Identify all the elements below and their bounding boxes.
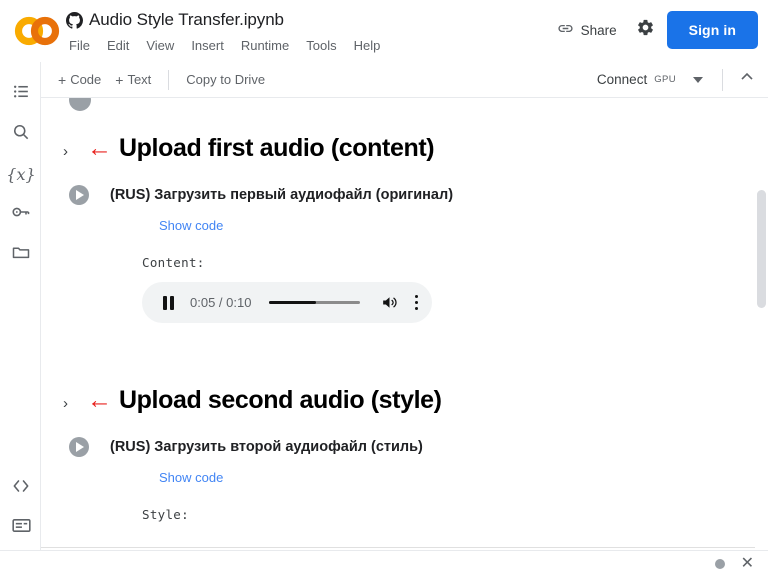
section-heading-text: Upload second audio (style) [119, 386, 442, 414]
menu-edit[interactable]: Edit [105, 37, 131, 54]
copy-to-drive-button[interactable]: Copy to Drive [179, 68, 272, 91]
run-cell-button[interactable] [69, 437, 89, 457]
toolbar-divider [722, 68, 723, 91]
section-heading-row: › ← Upload second audio (style) [41, 386, 741, 415]
scrollbar-thumb[interactable] [757, 190, 766, 308]
volume-icon[interactable] [380, 293, 399, 312]
add-code-label: Code [70, 72, 102, 87]
section-heading: ← Upload first audio (content) [87, 134, 435, 163]
chevron-up-icon [737, 67, 757, 92]
page-title: Audio Style Transfer.ipynb [89, 10, 284, 29]
output-label: Content: [142, 255, 205, 270]
sidebar-item-code-snippets[interactable] [5, 472, 37, 504]
toolbar-divider [168, 69, 170, 90]
sidebar-item-table-of-contents[interactable] [5, 78, 37, 110]
kebab-menu-icon[interactable] [414, 295, 418, 310]
sign-in-button[interactable]: Sign in [666, 11, 758, 49]
menu-tools[interactable]: Tools [304, 37, 338, 54]
table-of-contents-icon [12, 82, 31, 106]
audio-time-display: 0:05 / 0:10 [190, 295, 252, 310]
plus-icon: + [115, 71, 124, 88]
colab-window: Audio Style Transfer.ipynb File Edit Vie… [0, 0, 768, 576]
audio-progress-slider[interactable] [269, 301, 360, 304]
run-cell-button-partial[interactable] [69, 98, 91, 111]
close-icon[interactable]: ✕ [741, 555, 754, 572]
add-text-label: Text [127, 72, 152, 87]
menu-bar: File Edit View Insert Runtime Tools Help [67, 37, 382, 54]
connect-dropdown-button[interactable] [684, 73, 710, 87]
red-arrow-glyph: ← [87, 134, 112, 162]
cell-form-title: (RUS) Загрузить второй аудиофайл (стиль) [110, 439, 423, 455]
code-cell-header: (RUS) Загрузить первый аудиофайл (оригин… [41, 185, 741, 205]
code-cell-header: (RUS) Загрузить второй аудиофайл (стиль) [41, 437, 741, 457]
pause-icon[interactable] [163, 295, 174, 310]
header-actions: Share Sign in [548, 11, 758, 49]
section-heading-row: › ← Upload first audio (content) [41, 134, 741, 163]
toggle-header-button[interactable] [732, 65, 762, 95]
notebook-scroll-area[interactable]: › ← Upload first audio (content) (RUS) За… [41, 98, 768, 550]
sidebar-item-terminal[interactable] [5, 512, 37, 544]
audio-player[interactable]: 0:05 / 0:10 [142, 282, 432, 323]
notebook-section-1: › ← Upload first audio (content) (RUS) За… [41, 134, 741, 323]
section-heading: ← Upload second audio (style) [87, 386, 442, 415]
app-header: Audio Style Transfer.ipynb File Edit Vie… [0, 0, 768, 62]
run-cell-button[interactable] [69, 185, 89, 205]
sidebar-item-find-and-replace[interactable] [5, 118, 37, 150]
colab-logo[interactable] [10, 14, 66, 48]
menu-insert[interactable]: Insert [189, 37, 226, 54]
code-snippets-icon [11, 476, 31, 501]
chevron-down-icon [693, 76, 703, 83]
vertical-scrollbar[interactable] [755, 98, 768, 550]
gpu-badge: GPU [654, 74, 676, 85]
connect-button[interactable]: Connect GPU [589, 67, 684, 92]
add-code-cell-button[interactable]: + Code [51, 68, 108, 91]
show-code-link[interactable]: Show code [159, 470, 223, 485]
status-dot-icon [714, 558, 725, 569]
search-icon [11, 122, 31, 147]
menu-help[interactable]: Help [352, 37, 383, 54]
cell-form-title: (RUS) Загрузить первый аудиофайл (оригин… [110, 187, 454, 203]
notebook-section-2: › ← Upload second audio (style) (RUS) Заг… [41, 386, 741, 522]
notebook-toolbar: + Code + Text Copy to Drive Connect GPU [41, 62, 768, 98]
status-bar: ✕ [0, 550, 768, 576]
link-icon [557, 20, 574, 40]
sidebar-item-variables[interactable]: {x} [5, 158, 37, 190]
add-text-cell-button[interactable]: + Text [108, 68, 158, 91]
menu-file[interactable]: File [67, 37, 92, 54]
folder-icon [11, 242, 31, 267]
chevron-right-icon[interactable]: › [63, 144, 81, 159]
variables-icon: {x} [6, 164, 36, 184]
divider [41, 547, 768, 548]
chevron-right-icon[interactable]: › [63, 396, 81, 411]
settings-button[interactable] [629, 13, 663, 47]
connect-label: Connect [596, 72, 648, 87]
red-arrow-glyph: ← [87, 386, 112, 414]
left-sidebar: {x} [0, 62, 41, 576]
show-code-link[interactable]: Show code [159, 218, 223, 233]
gear-icon [636, 18, 655, 42]
share-button[interactable]: Share [548, 14, 626, 46]
sidebar-item-files[interactable] [5, 238, 37, 270]
github-icon [66, 11, 83, 29]
plus-icon: + [58, 71, 67, 88]
document-title-block: Audio Style Transfer.ipynb File Edit Vie… [66, 8, 382, 54]
share-label: Share [580, 22, 617, 38]
key-icon [11, 202, 31, 227]
menu-runtime[interactable]: Runtime [239, 37, 291, 54]
sidebar-item-secrets[interactable] [5, 198, 37, 230]
output-label: Style: [142, 507, 189, 522]
section-heading-text: Upload first audio (content) [119, 134, 435, 162]
menu-view[interactable]: View [144, 37, 176, 54]
terminal-icon [11, 515, 32, 541]
